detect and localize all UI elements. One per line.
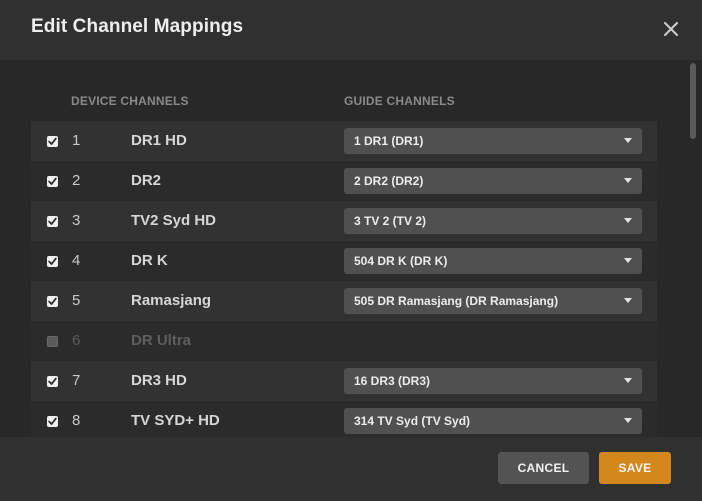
caret-down-icon	[624, 138, 632, 143]
device-channels-header: DEVICE CHANNELS	[71, 94, 189, 108]
guide-channel-select[interactable]: 16 DR3 (DR3)	[344, 368, 642, 394]
device-channel-name: DR1 HD	[131, 132, 187, 149]
channel-number: 7	[72, 372, 81, 389]
channel-enabled-checkbox[interactable]	[47, 256, 58, 267]
channel-number: 6	[72, 332, 81, 349]
guide-channels-header: GUIDE CHANNELS	[344, 94, 455, 108]
table-row: 1 DR1 HD 1 DR1 (DR1)	[31, 121, 657, 161]
dialog-footer: CANCEL SAVE	[0, 437, 702, 501]
channel-enabled-checkbox[interactable]	[47, 376, 58, 387]
guide-channel-select[interactable]: 1 DR1 (DR1)	[344, 128, 642, 154]
dialog-body[interactable]: DEVICE CHANNELS GUIDE CHANNELS 1 DR1 HD 1 …	[0, 60, 702, 437]
guide-channel-select[interactable]: 314 TV Syd (TV Syd)	[344, 408, 642, 434]
guide-channel-select[interactable]: 3 TV 2 (TV 2)	[344, 208, 642, 234]
device-channel-name: TV SYD+ HD	[131, 412, 220, 429]
channel-enabled-checkbox[interactable]	[47, 416, 58, 427]
caret-down-icon	[624, 378, 632, 383]
guide-channel-value: 2 DR2 (DR2)	[354, 174, 424, 188]
table-row: 5 Ramasjang 505 DR Ramasjang (DR Ramasjang…	[31, 281, 657, 321]
channel-enabled-checkbox[interactable]	[47, 216, 58, 227]
channel-enabled-checkbox[interactable]	[47, 176, 58, 187]
cancel-button[interactable]: CANCEL	[498, 452, 589, 484]
dialog-title: Edit Channel Mappings	[31, 16, 244, 37]
channel-number: 4	[72, 252, 81, 269]
checkmark-icon	[48, 297, 57, 305]
table-row: 6 DR Ultra	[31, 321, 657, 361]
guide-channel-value: 1 DR1 (DR1)	[354, 134, 424, 148]
guide-channel-value: 504 DR K (DR K)	[354, 254, 448, 268]
channel-enabled-checkbox[interactable]	[47, 336, 58, 347]
channel-enabled-checkbox[interactable]	[47, 296, 58, 307]
caret-down-icon	[624, 178, 632, 183]
guide-channel-value: 16 DR3 (DR3)	[354, 374, 431, 388]
caret-down-icon	[624, 218, 632, 223]
device-channel-name: DR3 HD	[131, 372, 187, 389]
guide-channel-value: 314 TV Syd (TV Syd)	[354, 414, 471, 428]
dialog-header: Edit Channel Mappings	[0, 0, 702, 60]
checkmark-icon	[48, 137, 57, 145]
channel-mapping-list: 1 DR1 HD 1 DR1 (DR1) 2 DR2 2 DR2 (DR2) 3 TV2 Sy…	[31, 121, 657, 437]
guide-channel-value: 505 DR Ramasjang (DR Ramasjang)	[354, 294, 559, 308]
channel-enabled-checkbox[interactable]	[47, 136, 58, 147]
checkmark-icon	[48, 257, 57, 265]
channel-number: 2	[72, 172, 81, 189]
device-channel-name: TV2 Syd HD	[131, 212, 217, 229]
caret-down-icon	[624, 258, 632, 263]
checkmark-icon	[48, 177, 57, 185]
table-row: 4 DR K 504 DR K (DR K)	[31, 241, 657, 281]
close-button[interactable]	[658, 16, 684, 42]
device-channel-name: Ramasjang	[131, 292, 212, 309]
caret-down-icon	[624, 418, 632, 423]
checkmark-icon	[48, 217, 57, 225]
close-icon	[663, 21, 679, 37]
device-channel-name: DR K	[131, 252, 168, 269]
device-channel-name: DR Ultra	[131, 332, 192, 349]
guide-channel-select[interactable]: 505 DR Ramasjang (DR Ramasjang)	[344, 288, 642, 314]
channel-number: 3	[72, 212, 81, 229]
channel-number: 1	[72, 132, 81, 149]
table-row: 8 TV SYD+ HD 314 TV Syd (TV Syd)	[31, 401, 657, 437]
guide-channel-select[interactable]: 504 DR K (DR K)	[344, 248, 642, 274]
save-button[interactable]: SAVE	[599, 452, 671, 484]
edit-channel-mappings-dialog: Edit Channel Mappings DEVICE CHANNELS GU…	[0, 0, 702, 501]
checkmark-icon	[48, 417, 57, 425]
table-row: 7 DR3 HD 16 DR3 (DR3)	[31, 361, 657, 401]
checkmark-icon	[48, 377, 57, 385]
table-row: 3 TV2 Syd HD 3 TV 2 (TV 2)	[31, 201, 657, 241]
guide-channel-value: 3 TV 2 (TV 2)	[354, 214, 427, 228]
channel-number: 5	[72, 292, 81, 309]
channel-number: 8	[72, 412, 81, 429]
caret-down-icon	[624, 298, 632, 303]
device-channel-name: DR2	[131, 172, 162, 189]
guide-channel-select[interactable]: 2 DR2 (DR2)	[344, 168, 642, 194]
scrollbar-thumb[interactable]	[690, 63, 696, 139]
table-row: 2 DR2 2 DR2 (DR2)	[31, 161, 657, 201]
